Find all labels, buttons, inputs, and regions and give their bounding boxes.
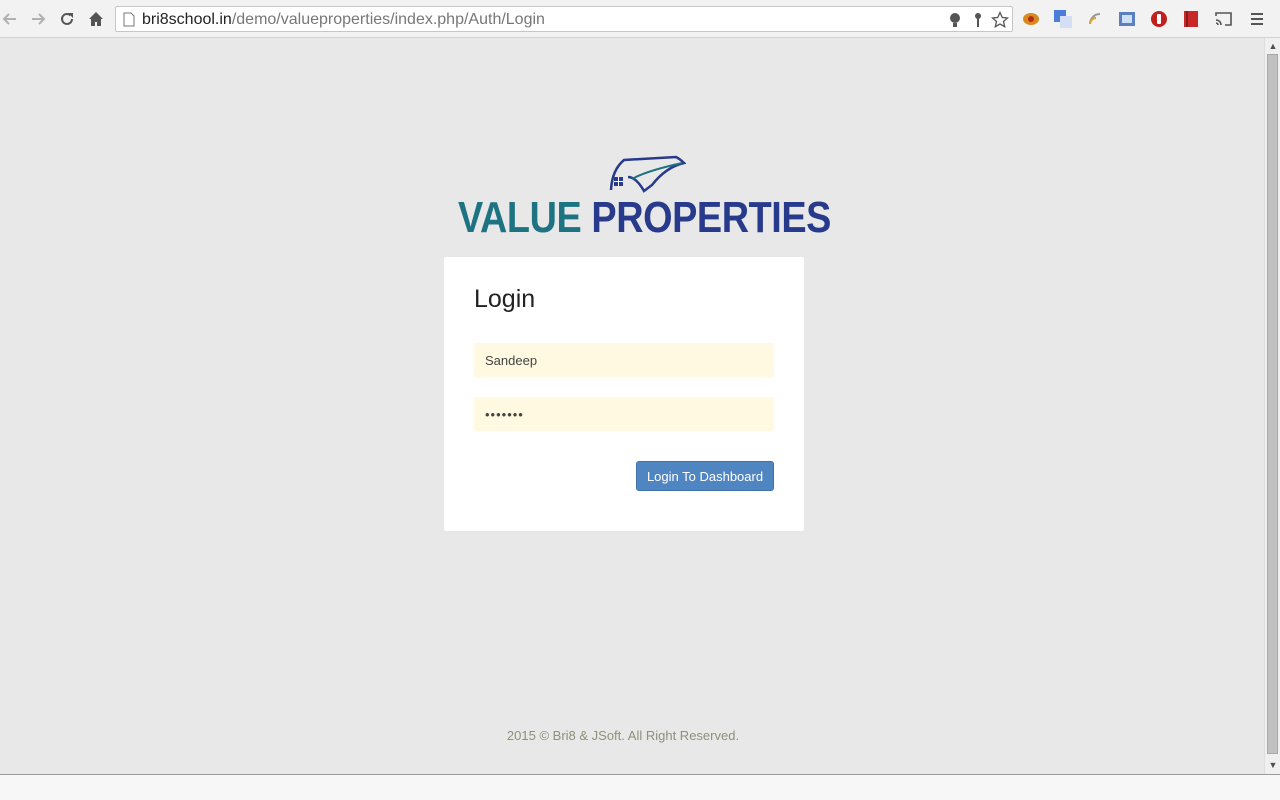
login-button[interactable]: Login To Dashboard (636, 461, 774, 491)
vertical-scrollbar[interactable]: ▲ ▼ (1264, 38, 1280, 774)
username-input[interactable] (474, 343, 774, 377)
menu-icon[interactable] (1248, 10, 1266, 28)
adblock-icon[interactable] (1150, 10, 1168, 28)
page-title: Login (474, 285, 536, 313)
login-panel: Login Login To Dashboard (444, 257, 804, 531)
roof-logo-icon (609, 155, 686, 193)
url-host: bri8school.in (142, 11, 232, 28)
password-input[interactable] (474, 397, 774, 431)
scroll-down-icon[interactable]: ▼ (1268, 760, 1278, 770)
lightbulb-icon[interactable] (946, 11, 964, 29)
scroll-up-icon[interactable]: ▲ (1268, 41, 1278, 51)
address-bar[interactable]: bri8school.in/demo/valueproperties/index… (115, 6, 1013, 32)
bookmark-star-icon[interactable] (991, 11, 1009, 29)
translate-icon[interactable] (1054, 10, 1072, 28)
reload-icon[interactable] (57, 9, 77, 29)
scroll-thumb[interactable] (1267, 54, 1278, 754)
value-properties-logo: VALUE PROPERTIES (458, 155, 834, 245)
page-icon (123, 12, 135, 32)
feed-icon[interactable] (1086, 10, 1104, 28)
screen-capture-icon[interactable] (1118, 10, 1136, 28)
logo-word-properties: PROPERTIES (591, 193, 831, 242)
extension-icon[interactable] (1022, 10, 1040, 28)
book-icon[interactable] (1182, 10, 1200, 28)
forward-icon[interactable] (28, 9, 48, 29)
url-path: /demo/valueproperties/index.php/Auth/Log… (231, 11, 545, 28)
back-icon[interactable] (0, 9, 20, 29)
key-icon[interactable] (969, 11, 987, 29)
logo-word-value: VALUE (458, 193, 582, 242)
taskbar-strip (0, 774, 1280, 800)
home-icon[interactable] (86, 9, 106, 29)
footer-copyright: 2015 © Bri8 & JSoft. All Right Reserved. (506, 728, 740, 743)
cast-icon[interactable] (1214, 10, 1232, 28)
browser-toolbar: bri8school.in/demo/valueproperties/index… (0, 0, 1280, 38)
url-text: bri8school.in/demo/valueproperties/index… (142, 11, 545, 29)
logo-wordmark: VALUE PROPERTIES (458, 193, 831, 243)
